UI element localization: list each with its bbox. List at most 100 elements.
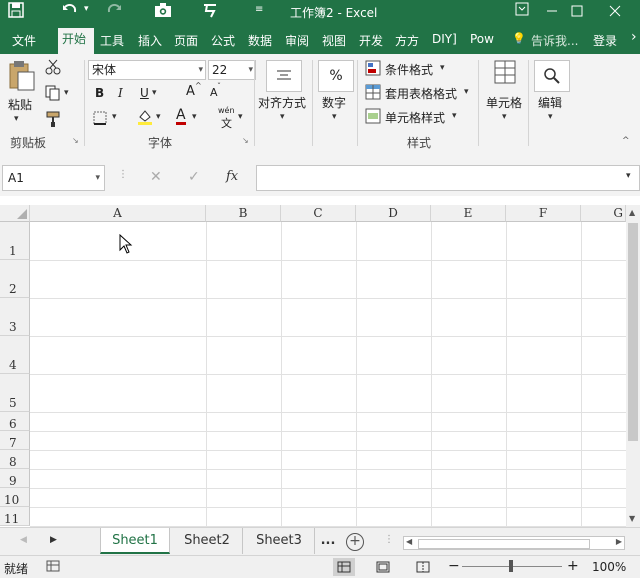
editing-dropdown-icon[interactable]: ▾ bbox=[548, 112, 553, 122]
table-format-button[interactable]: 套用表格格式 bbox=[385, 85, 457, 102]
horizontal-scrollbar[interactable]: ◀ ▶ bbox=[403, 536, 625, 550]
cond-format-dropdown-icon[interactable]: ▾ bbox=[440, 63, 445, 73]
enter-button[interactable]: ✓ bbox=[188, 169, 200, 185]
phonetic-pinyin[interactable]: wén bbox=[218, 106, 235, 115]
zoom-level[interactable]: 100% bbox=[592, 560, 626, 574]
tab-power[interactable]: Pow bbox=[470, 32, 502, 46]
tab-review[interactable]: 审阅 bbox=[285, 32, 309, 49]
tab-tools[interactable]: 工具 bbox=[100, 32, 128, 49]
row-header[interactable]: 6 bbox=[0, 412, 30, 431]
sheet-tab[interactable]: Sheet2 bbox=[172, 528, 243, 554]
cell-styles-dropdown-icon[interactable]: ▾ bbox=[452, 111, 457, 121]
worksheet-grid[interactable]: A B C D E F G 1 2 3 4 5 6 7 8 9 10 11 bbox=[0, 205, 626, 527]
number-dropdown-icon[interactable]: ▾ bbox=[332, 112, 337, 122]
alignment-dropdown-icon[interactable]: ▾ bbox=[280, 112, 285, 122]
tab-fangfang[interactable]: 方方 bbox=[395, 32, 423, 49]
restore-icon[interactable] bbox=[570, 4, 584, 22]
paste-label[interactable]: 粘贴 bbox=[8, 96, 32, 113]
tab-insert[interactable]: 插入 bbox=[138, 32, 162, 49]
column-header[interactable]: E bbox=[431, 205, 506, 222]
conditional-format-icon[interactable] bbox=[365, 60, 381, 80]
font-color-dropdown-icon[interactable]: ▾ bbox=[192, 112, 197, 122]
scroll-left-icon[interactable]: ◀ bbox=[406, 537, 412, 546]
grow-font-button[interactable]: A bbox=[186, 84, 195, 99]
phonetic-dropdown-icon[interactable]: ▾ bbox=[238, 112, 243, 122]
font-size-combo[interactable]: 22 ▾ bbox=[208, 60, 256, 80]
paste-dropdown-icon[interactable]: ▾ bbox=[14, 114, 19, 124]
normal-view-button[interactable] bbox=[333, 558, 355, 576]
font-launcher-icon[interactable]: ↘ bbox=[242, 136, 249, 145]
zoom-slider-thumb[interactable] bbox=[509, 560, 513, 572]
sheet-tab[interactable]: Sheet3 bbox=[244, 528, 315, 554]
prev-sheet-icon[interactable]: ◀ bbox=[20, 535, 27, 545]
table-format-dropdown-icon[interactable]: ▾ bbox=[464, 87, 469, 97]
save-icon[interactable] bbox=[8, 2, 24, 22]
copy-dropdown-icon[interactable]: ▾ bbox=[64, 88, 69, 98]
close-icon[interactable] bbox=[608, 4, 622, 22]
border-dropdown-icon[interactable]: ▾ bbox=[112, 112, 117, 122]
cells-icon[interactable] bbox=[494, 60, 516, 88]
tab-developer[interactable]: 开发 bbox=[359, 32, 387, 49]
cell-styles-icon[interactable] bbox=[365, 108, 381, 128]
tab-data[interactable]: 数据 bbox=[248, 32, 272, 49]
cancel-button[interactable]: ✕ bbox=[150, 169, 162, 185]
formula-input[interactable] bbox=[256, 165, 640, 191]
ribbon-display-icon[interactable] bbox=[515, 2, 529, 20]
cells-dropdown-icon[interactable]: ▾ bbox=[502, 112, 507, 122]
column-header[interactable]: G bbox=[581, 205, 626, 222]
minimize-icon[interactable] bbox=[545, 4, 559, 22]
editing-button[interactable] bbox=[534, 60, 570, 92]
customize-qat-icon[interactable]: ≡ bbox=[255, 4, 263, 15]
table-format-icon[interactable] bbox=[365, 84, 381, 104]
name-box[interactable]: A1 ▾ bbox=[2, 165, 105, 191]
row-header[interactable]: 2 bbox=[0, 260, 30, 298]
phonetic-char[interactable]: 文 bbox=[221, 115, 232, 131]
column-header[interactable]: A bbox=[30, 205, 206, 222]
row-header[interactable]: 11 bbox=[0, 507, 30, 526]
more-options-icon[interactable]: ⋮ bbox=[118, 169, 128, 180]
conditional-format-button[interactable]: 条件格式 bbox=[385, 61, 433, 78]
macro-record-icon[interactable] bbox=[46, 560, 60, 575]
number-format-button[interactable]: % bbox=[318, 60, 354, 92]
font-name-combo[interactable]: 宋体 ▾ bbox=[88, 60, 206, 80]
editing-label[interactable]: 编辑 bbox=[538, 94, 562, 111]
undo-dropdown-icon[interactable]: ▾ bbox=[84, 4, 89, 14]
page-break-view-icon[interactable] bbox=[416, 561, 430, 576]
tab-split-icon[interactable]: ⋮ bbox=[384, 534, 394, 545]
touch-mode-icon[interactable] bbox=[202, 2, 218, 22]
alignment-label[interactable]: 对齐方式 bbox=[258, 94, 306, 111]
scroll-down-icon[interactable]: ▼ bbox=[629, 514, 635, 523]
page-layout-view-icon[interactable] bbox=[376, 561, 390, 576]
row-header[interactable]: 10 bbox=[0, 488, 30, 507]
undo-icon[interactable] bbox=[62, 2, 78, 22]
row-header[interactable]: 9 bbox=[0, 469, 30, 488]
scroll-up-icon[interactable]: ▲ bbox=[629, 208, 635, 217]
scroll-right-icon[interactable]: › bbox=[631, 29, 637, 45]
clipboard-launcher-icon[interactable]: ↘ bbox=[72, 136, 79, 145]
sheet-tab[interactable]: Sheet1 bbox=[100, 528, 170, 554]
scroll-right-icon[interactable]: ▶ bbox=[616, 537, 622, 546]
copy-icon[interactable] bbox=[44, 84, 62, 106]
tab-file[interactable]: 文件 bbox=[12, 32, 36, 49]
column-header[interactable]: C bbox=[281, 205, 356, 222]
row-header[interactable]: 7 bbox=[0, 431, 30, 450]
fill-color-dropdown-icon[interactable]: ▾ bbox=[156, 112, 161, 122]
insert-function-button[interactable]: fx bbox=[226, 169, 238, 184]
tab-page-layout[interactable]: 页面 bbox=[174, 32, 204, 49]
column-header[interactable]: F bbox=[506, 205, 581, 222]
font-color-button[interactable]: A bbox=[176, 108, 186, 125]
collapse-ribbon-icon[interactable]: ^ bbox=[622, 136, 630, 146]
scroll-thumb[interactable] bbox=[628, 223, 638, 441]
expand-formula-icon[interactable]: ▾ bbox=[626, 171, 631, 181]
redo-icon[interactable] bbox=[106, 2, 122, 22]
tab-formulas[interactable]: 公式 bbox=[211, 32, 235, 49]
cut-icon[interactable] bbox=[44, 58, 62, 80]
zoom-out-button[interactable]: − bbox=[448, 558, 460, 574]
vertical-scrollbar[interactable]: ▲ ▼ bbox=[626, 205, 640, 527]
select-all-button[interactable] bbox=[0, 205, 30, 222]
column-header[interactable]: D bbox=[356, 205, 431, 222]
row-header[interactable]: 4 bbox=[0, 336, 30, 374]
login-link[interactable]: 登录 bbox=[593, 32, 617, 49]
tab-diy[interactable]: DIY] bbox=[432, 32, 466, 46]
bold-button[interactable]: B bbox=[95, 86, 104, 100]
